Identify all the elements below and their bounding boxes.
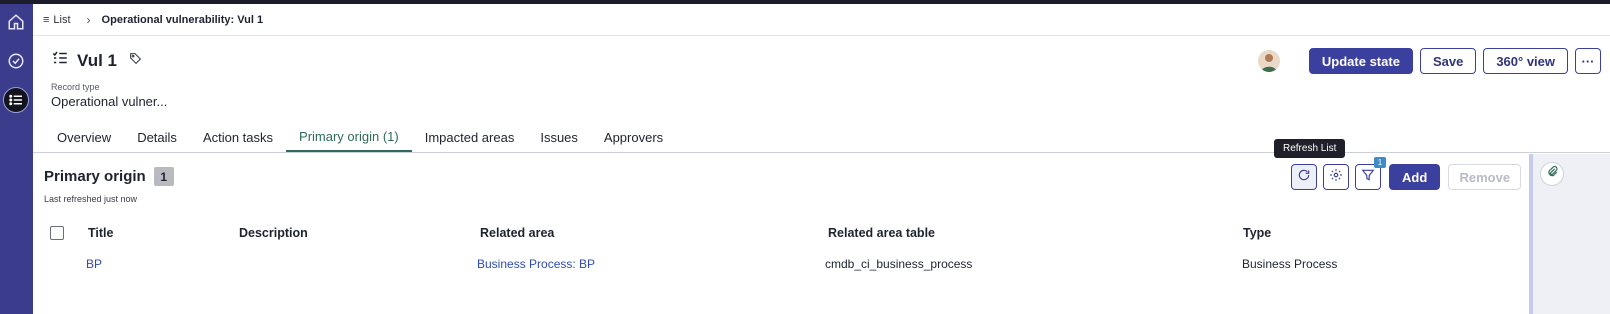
refresh-tooltip: Refresh List xyxy=(1274,139,1346,158)
tab-action-tasks[interactable]: Action tasks xyxy=(190,122,286,152)
filter-button[interactable]: 1 xyxy=(1355,157,1386,190)
chevron-right-icon: › xyxy=(86,12,91,27)
tab-details[interactable]: Details xyxy=(124,122,190,152)
remove-button[interactable]: Remove xyxy=(1448,164,1522,190)
row-type: Business Process xyxy=(1242,257,1338,271)
attachment-button[interactable] xyxy=(1540,162,1564,186)
column-header-type[interactable]: Type xyxy=(1243,218,1271,248)
record-title: Vul 1 xyxy=(77,50,117,70)
row-related-area-table: cmdb_ci_business_process xyxy=(825,257,973,271)
tab-impacted-areas[interactable]: Impacted areas xyxy=(412,122,528,152)
filter-icon xyxy=(1361,168,1375,187)
add-button[interactable]: Add xyxy=(1389,164,1441,190)
record-type-value: Operational vulner... xyxy=(51,94,168,109)
row-title-link[interactable]: BP xyxy=(86,249,102,279)
tag-icon[interactable] xyxy=(129,52,142,70)
right-side-panel xyxy=(1529,154,1610,314)
breadcrumb-current: Operational vulnerability: Vul 1 xyxy=(101,13,264,26)
record-type-label: Record type xyxy=(51,82,100,92)
check-circle-icon[interactable] xyxy=(3,48,29,74)
breadcrumb-list-label: List xyxy=(53,13,71,26)
section-title: Primary origin xyxy=(44,168,146,185)
tab-issues[interactable]: Issues xyxy=(527,122,591,152)
row-related-area-link[interactable]: Business Process: BP xyxy=(477,249,595,279)
gear-icon xyxy=(1329,168,1343,187)
breadcrumb-list-link[interactable]: ≡ List xyxy=(43,14,71,26)
view-360-button[interactable]: 360° view xyxy=(1483,48,1568,74)
save-button[interactable]: Save xyxy=(1419,48,1477,74)
filter-count-badge: 1 xyxy=(1374,157,1386,168)
list-settings-button[interactable] xyxy=(1323,164,1349,190)
record-tabs: Overview Details Action tasks Primary or… xyxy=(44,122,676,152)
home-icon[interactable] xyxy=(3,9,29,35)
tab-primary-origin[interactable]: Primary origin (1) xyxy=(286,122,412,152)
refresh-button[interactable] xyxy=(1291,164,1317,190)
left-nav-rail xyxy=(0,4,33,314)
last-refreshed-text: Last refreshed just now xyxy=(44,194,138,204)
table-header-row: Title Description Related area Related a… xyxy=(33,218,1529,248)
avatar[interactable] xyxy=(1257,50,1280,72)
column-header-related-area[interactable]: Related area xyxy=(480,218,554,248)
paperclip-icon xyxy=(1546,165,1559,183)
count-badge: 1 xyxy=(153,167,174,186)
tab-overview[interactable]: Overview xyxy=(44,122,124,152)
table-row: BP Business Process: BP cmdb_ci_business… xyxy=(33,249,1529,279)
record-header: Vul 1 Record type Operational vulner... … xyxy=(33,37,1610,153)
refresh-icon xyxy=(1297,168,1311,187)
column-header-title[interactable]: Title xyxy=(88,218,113,248)
column-header-description[interactable]: Description xyxy=(239,218,308,248)
list-icon[interactable] xyxy=(3,87,29,113)
breadcrumb: ≡ List › Operational vulnerability: Vul … xyxy=(33,4,1610,36)
related-list-panel: Primary origin 1 Last refreshed just now… xyxy=(33,154,1529,314)
list-check-icon xyxy=(51,49,69,72)
update-state-button[interactable]: Update state xyxy=(1308,48,1413,74)
more-actions-button[interactable]: ··· xyxy=(1575,48,1601,74)
column-header-related-area-table[interactable]: Related area table xyxy=(828,218,935,248)
select-all-checkbox[interactable] xyxy=(50,218,64,248)
menu-lines-icon: ≡ xyxy=(43,13,50,26)
tab-approvers[interactable]: Approvers xyxy=(591,122,676,152)
